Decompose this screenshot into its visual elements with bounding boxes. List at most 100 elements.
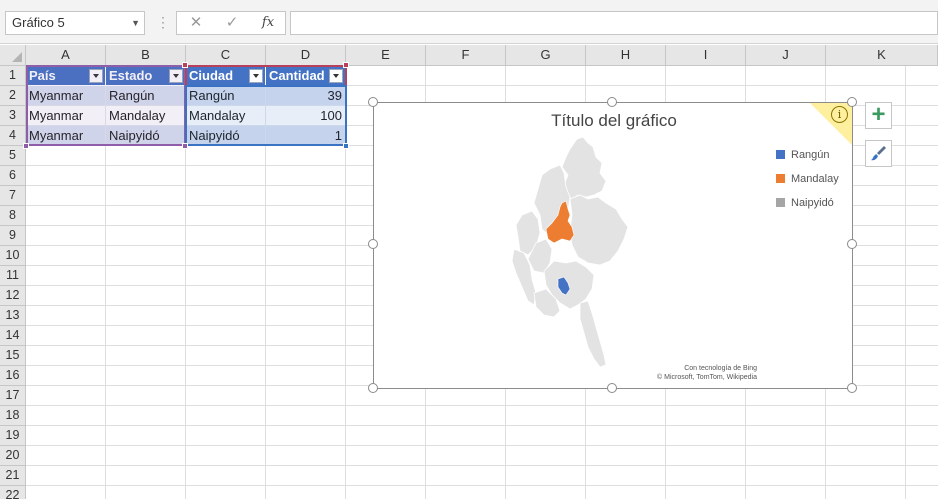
column-header-k[interactable]: K [826,45,938,66]
legend-item-naipyido[interactable]: Naipyidó [776,195,834,211]
resize-handle-top[interactable] [607,97,617,107]
row-header-20[interactable]: 20 [0,446,26,466]
map-credit-line-1: Con tecnología de Bing [684,365,757,372]
cancel-icon[interactable]: ✕ [181,12,211,34]
chevron-down-icon[interactable]: ▼ [131,12,140,34]
fill-handle[interactable] [182,62,188,68]
column-header-e[interactable]: E [346,45,426,66]
map-credit-line-2: © Microsoft, TomTom, Wikipedia [657,374,757,381]
row-header-9[interactable]: 9 [0,226,26,246]
resize-handle-left[interactable] [368,239,378,249]
row-header-12[interactable]: 12 [0,286,26,306]
table-cell[interactable]: Naipyidó [186,126,266,146]
formula-buttons: ✕ ✓ fx [176,11,286,35]
header-label: Cantidad [269,68,325,83]
row-header-1[interactable]: 1 [0,66,26,86]
row-header-17[interactable]: 17 [0,386,26,406]
column-header-j[interactable]: J [746,45,826,66]
plus-icon: + [871,101,886,128]
formula-input[interactable] [290,11,938,35]
header-label: Ciudad [189,68,234,83]
row-header-22[interactable]: 22 [0,486,26,499]
resize-handle-right[interactable] [847,239,857,249]
table-header-cell[interactable]: Estado [106,66,186,86]
formula-bar: Gráfico 5 ▼ ⋮ ✕ ✓ fx [0,0,938,44]
header-label: País [29,68,56,83]
filter-dropdown-icon[interactable] [329,69,343,83]
table-header-cell[interactable]: Cantidad [266,66,346,86]
table-cell[interactable]: Rangún [106,86,186,106]
row-header-14[interactable]: 14 [0,326,26,346]
table-cell[interactable]: Myanmar [26,86,106,106]
name-box[interactable]: Gráfico 5 ▼ [5,11,145,35]
legend-item-mandalay[interactable]: Mandalay [776,171,839,187]
insert-function-icon[interactable]: fx [253,12,283,34]
table-cell[interactable]: Rangún [186,86,266,106]
column-header-c[interactable]: C [186,45,266,66]
row-header-15[interactable]: 15 [0,346,26,366]
resize-handle-top-right[interactable] [847,97,857,107]
table-cell[interactable]: 1 [266,126,346,146]
table-cell[interactable]: Mandalay [186,106,266,126]
row-header-5[interactable]: 5 [0,146,26,166]
column-header-g[interactable]: G [506,45,586,66]
row-header-8[interactable]: 8 [0,206,26,226]
region-tanintharyi [579,300,607,368]
myanmar-map [511,136,629,368]
row-header-10[interactable]: 10 [0,246,26,266]
select-all-button[interactable] [0,45,26,66]
column-header-h[interactable]: H [586,45,666,66]
header-label: Estado [109,68,153,83]
filter-dropdown-icon[interactable] [169,69,183,83]
legend-swatch [776,198,785,207]
resize-handle-top-left[interactable] [368,97,378,107]
row-header-13[interactable]: 13 [0,306,26,326]
row-header-2[interactable]: 2 [0,86,26,106]
table-cell[interactable]: Myanmar [26,126,106,146]
table-header-cell[interactable]: Ciudad [186,66,266,86]
table-cell[interactable]: Naipyidó [106,126,186,146]
chart-elements-button[interactable]: + [865,102,892,129]
column-header-a[interactable]: A [26,45,106,66]
fill-handle[interactable] [343,143,349,149]
info-icon[interactable]: i [831,106,848,123]
legend-swatch [776,174,785,183]
filter-dropdown-icon[interactable] [249,69,263,83]
resize-handle-bottom-right[interactable] [847,383,857,393]
row-header-19[interactable]: 19 [0,426,26,446]
column-header-b[interactable]: B [106,45,186,66]
row-header-7[interactable]: 7 [0,186,26,206]
fill-handle[interactable] [182,143,188,149]
column-header-d[interactable]: D [266,45,346,66]
map-chart[interactable]: Título del gráfico Rangún Mandalay Naipy… [373,102,853,389]
row-header-6[interactable]: 6 [0,166,26,186]
region-shan [569,194,629,266]
row-header-18[interactable]: 18 [0,406,26,426]
chart-styles-button[interactable] [865,140,892,167]
table-header-cell[interactable]: País [26,66,106,86]
more-options-icon[interactable]: ⋮ [156,11,170,35]
row-header-21[interactable]: 21 [0,466,26,486]
fill-handle[interactable] [343,62,349,68]
column-header-f[interactable]: F [426,45,506,66]
legend-label: Mandalay [791,173,839,185]
legend-item-rangun[interactable]: Rangún [776,147,830,163]
region-kachin [561,136,607,200]
row-header-3[interactable]: 3 [0,106,26,126]
legend-label: Naipyidó [791,197,834,209]
table-cell[interactable]: 39 [266,86,346,106]
resize-handle-bottom-left[interactable] [368,383,378,393]
row-header-11[interactable]: 11 [0,266,26,286]
legend-swatch [776,150,785,159]
resize-handle-bottom[interactable] [607,383,617,393]
table-cell[interactable]: 100 [266,106,346,126]
filter-dropdown-icon[interactable] [89,69,103,83]
column-header-i[interactable]: I [666,45,746,66]
enter-icon[interactable]: ✓ [217,12,247,34]
fill-handle[interactable] [23,143,29,149]
row-header-16[interactable]: 16 [0,366,26,386]
select-all-icon [12,52,22,62]
table-cell[interactable]: Mandalay [106,106,186,126]
paintbrush-icon [871,146,886,161]
table-cell[interactable]: Myanmar [26,106,106,126]
